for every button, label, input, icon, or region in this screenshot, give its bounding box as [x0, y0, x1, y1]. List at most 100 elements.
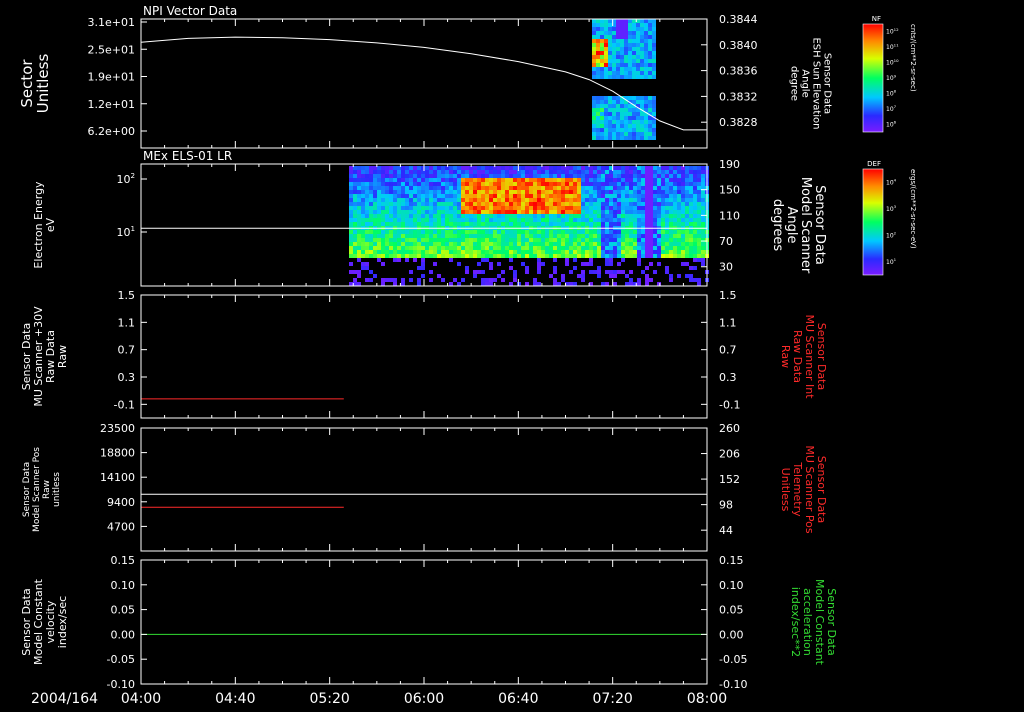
els-spectrogram-cell	[589, 250, 593, 254]
npi-spectrogram-cell	[620, 100, 624, 104]
els-spectrogram-cell	[369, 278, 373, 282]
els-spectrogram-cell	[409, 238, 413, 242]
els-spectrogram-cell	[621, 238, 625, 242]
els-spectrogram-cell	[481, 214, 485, 218]
els-spectrogram-cell	[493, 238, 497, 242]
els-spectrogram-cell	[557, 210, 561, 214]
els-spectrogram-cell	[405, 202, 409, 206]
els-spectrogram-cell	[657, 214, 661, 218]
npi-spectrogram-cell	[616, 124, 620, 128]
els-spectrogram-cell	[389, 170, 393, 174]
npi-spectrogram-cell	[600, 71, 604, 75]
els-spectrogram-cell	[677, 170, 681, 174]
els-spectrogram-cell	[429, 210, 433, 214]
els-spectrogram-cell	[489, 198, 493, 202]
els-spectrogram-cell	[441, 206, 445, 210]
els-spectrogram-cell	[421, 230, 425, 234]
npi-spectrogram-cell	[636, 63, 640, 67]
els-spectrogram-cell	[457, 202, 461, 206]
els-spectrogram-cell	[393, 210, 397, 214]
npi-spectrogram-cell	[592, 71, 596, 75]
els-spectrogram-cell	[681, 250, 685, 254]
npi-spectrogram-cell	[648, 67, 652, 71]
els-spectrogram-cell	[353, 250, 357, 254]
npi-spectrogram-cell	[624, 35, 628, 39]
els-spectrogram-cell	[605, 250, 609, 254]
els-spectrogram-cell	[465, 218, 469, 222]
els-spectrogram-cell	[685, 238, 689, 242]
els-spectrogram-cell	[477, 218, 481, 222]
els-spectrogram-cell	[693, 174, 697, 178]
els-spectrogram-cell	[541, 194, 545, 198]
els-spectrogram-cell	[597, 242, 601, 246]
els-spectrogram-cell	[457, 198, 461, 202]
els-spectrogram-cell	[421, 218, 425, 222]
els-spectrogram-cell	[417, 254, 421, 258]
els-spectrogram-cell	[677, 274, 681, 278]
els-spectrogram-cell	[461, 182, 465, 186]
els-spectrogram-cell	[661, 230, 665, 234]
npi-spectrogram-cell	[640, 112, 644, 116]
els-spectrogram-cell	[381, 282, 385, 286]
els-spectrogram-cell	[669, 206, 673, 210]
els-spectrogram-cell	[677, 254, 681, 258]
els-spectrogram-cell	[513, 202, 517, 206]
els-spectrogram-cell	[413, 166, 417, 170]
els-spectrogram-cell	[413, 170, 417, 174]
els-spectrogram-cell	[641, 214, 645, 218]
els-spectrogram-cell	[597, 230, 601, 234]
els-spectrogram-cell	[625, 282, 629, 286]
els-spectrogram-cell	[437, 198, 441, 202]
els-spectrogram-cell	[701, 262, 705, 266]
npi-spectrogram-cell	[596, 132, 600, 136]
els-spectrogram-cell	[413, 190, 417, 194]
els-spectrogram-cell	[441, 174, 445, 178]
els-spectrogram-cell	[445, 222, 449, 226]
els-spectrogram-cell	[437, 186, 441, 190]
els-spectrogram-cell	[477, 238, 481, 242]
els-spectrogram-cell	[605, 170, 609, 174]
npi-spectrogram-cell	[636, 124, 640, 128]
els-spectrogram-cell	[601, 170, 605, 174]
els-spectrogram-cell	[585, 202, 589, 206]
npi-spectrogram-cell	[632, 75, 636, 79]
els-spectrogram-cell	[577, 186, 581, 190]
els-spectrogram-cell	[429, 246, 433, 250]
els-spectrogram-cell	[481, 194, 485, 198]
els-spectrogram-cell	[673, 174, 677, 178]
els-spectrogram-cell	[641, 170, 645, 174]
els-spectrogram-cell	[577, 174, 581, 178]
els-spectrogram-cell	[657, 250, 661, 254]
els-spectrogram-cell	[425, 190, 429, 194]
els-spectrogram-cell	[661, 210, 665, 214]
els-spectrogram-cell	[385, 186, 389, 190]
time-tick-label: 06:40	[498, 691, 538, 707]
els-spectrogram-cell	[561, 186, 565, 190]
els-spectrogram-cell	[697, 222, 701, 226]
els-spectrogram-cell	[521, 238, 525, 242]
npi-spectrogram-cell	[616, 23, 620, 27]
els-spectrogram-cell	[353, 182, 357, 186]
npi-spectrogram-cell	[620, 128, 624, 132]
els-spectrogram-cell	[529, 250, 533, 254]
els-spectrogram-cell	[469, 234, 473, 238]
els-spectrogram-cell	[485, 230, 489, 234]
els-spectrogram-cell	[461, 178, 465, 182]
els-spectrogram-cell	[569, 194, 573, 198]
els-spectrogram-cell	[533, 254, 537, 258]
els-spectrogram-cell	[617, 250, 621, 254]
els-spectrogram-cell	[573, 230, 577, 234]
npi-spectrogram-cell	[604, 39, 608, 43]
npi-spectrogram-cell	[628, 51, 632, 55]
els-spectrogram-cell	[513, 238, 517, 242]
els-spectrogram-cell	[529, 246, 533, 250]
npi-spectrogram-cell	[628, 23, 632, 27]
npi-spectrogram-cell	[604, 71, 608, 75]
npi-spectrogram-cell	[640, 124, 644, 128]
els-spectrogram-cell	[401, 190, 405, 194]
npi-spectrogram-cell	[620, 31, 624, 35]
els-spectrogram-cell	[585, 206, 589, 210]
els-spectrogram-cell	[561, 242, 565, 246]
els-spectrogram-cell	[573, 250, 577, 254]
els-spectrogram-cell	[521, 254, 525, 258]
